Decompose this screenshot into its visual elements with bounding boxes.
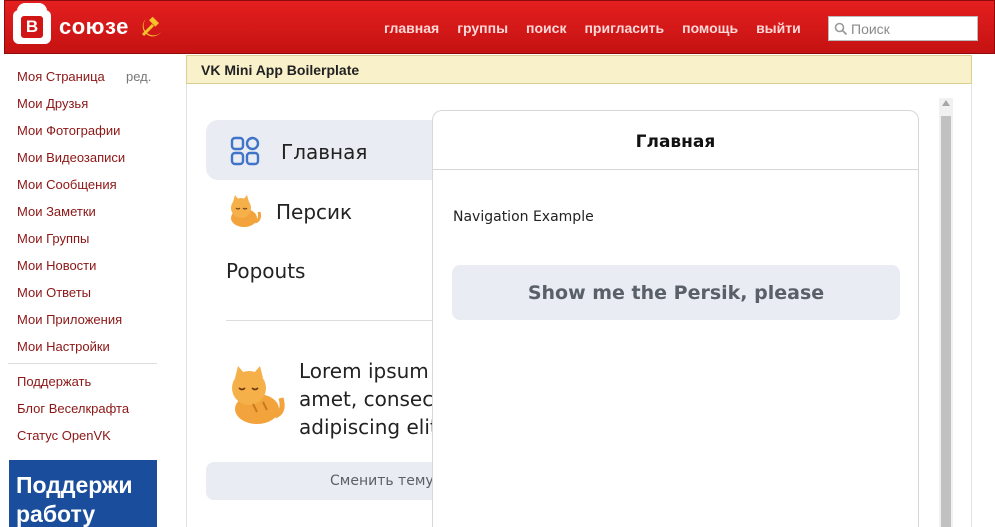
nav-invite-link[interactable]: пригласить — [584, 20, 664, 36]
sidebar-item-my-page[interactable]: Моя Страница — [17, 69, 105, 84]
sidebar-item-videos[interactable]: Мои Видеозаписи — [17, 150, 125, 165]
show-persik-label: Show me the Persik, please — [527, 281, 825, 304]
nav-search-link[interactable]: поиск — [526, 20, 566, 36]
sidebar-item-apps[interactable]: Мои Приложения — [17, 312, 122, 327]
sidebar-divider — [8, 363, 157, 364]
vertical-scrollbar[interactable] — [939, 98, 953, 527]
search-icon — [834, 22, 848, 35]
sidebar-item-groups[interactable]: Мои Группы — [17, 231, 89, 246]
panel-caption: Navigation Example — [453, 209, 594, 225]
nav-help-link[interactable]: помощь — [682, 20, 738, 36]
grid-icon — [230, 136, 260, 166]
sidebar-item-notes[interactable]: Мои Заметки — [17, 204, 96, 219]
app-header-bar: VK Mini App Boilerplate — [186, 55, 972, 84]
left-sidebar: Моя Страница ред. Мои Друзья Мои Фотогра… — [0, 55, 175, 527]
logo-text: союзе — [59, 14, 129, 39]
lorem-line: Lorem ipsum d — [299, 359, 448, 383]
search-box[interactable] — [828, 16, 978, 41]
sidebar-item-messages[interactable]: Мои Сообщения — [17, 177, 117, 192]
sidebar-item-status[interactable]: Статус OpenVK — [17, 428, 111, 443]
nav-item-popouts[interactable]: Popouts — [226, 259, 305, 283]
sidebar-item-friends[interactable]: Мои Друзья — [17, 96, 88, 111]
panel-title: Главная — [635, 132, 716, 152]
top-header: В союзе главная группы поиск пригласить … — [4, 0, 995, 54]
nav-item-persik[interactable]: Персик — [276, 200, 352, 224]
app-title: VK Mini App Boilerplate — [201, 62, 360, 78]
nav-groups-link[interactable]: группы — [457, 20, 508, 36]
hammer-sickle-icon — [141, 16, 161, 37]
mini-app-frame: Главная Персик Popouts Lorem ipsum d ame… — [186, 84, 972, 527]
support-banner[interactable]: Поддержи работу — [9, 460, 157, 527]
nav-logout-link[interactable]: выйти — [756, 20, 801, 36]
support-banner-text: Поддержи работу — [16, 472, 133, 527]
sidebar-item-support[interactable]: Поддержать — [17, 374, 91, 389]
main-panel: Главная Navigation Example Show me the P… — [432, 110, 919, 527]
scrollbar-thumb[interactable] — [941, 116, 951, 527]
sidebar-item-photos[interactable]: Мои Фотографии — [17, 123, 120, 138]
lorem-line: amet, consecte — [299, 387, 454, 411]
panel-header: Главная — [433, 111, 918, 170]
logo-letter: В — [21, 16, 43, 38]
persik-cat-icon[interactable] — [225, 194, 263, 228]
show-persik-button[interactable]: Show me the Persik, please — [452, 265, 900, 320]
nav-item-main-label: Главная — [281, 140, 368, 164]
scroll-up-arrow-icon[interactable] — [942, 100, 950, 106]
change-theme-button[interactable]: Сменить тему — [206, 462, 446, 500]
lorem-text: Lorem ipsum d amet, consecte adipiscing … — [299, 357, 454, 441]
sidebar-item-settings[interactable]: Мои Настройки — [17, 339, 110, 354]
search-input[interactable] — [851, 20, 971, 37]
logo-badge: В — [13, 3, 51, 44]
site-logo[interactable]: В союзе — [13, 3, 165, 47]
nav-home-link[interactable]: главная — [384, 20, 439, 36]
top-nav: главная группы поиск пригласить помощь в… — [384, 20, 801, 36]
sidebar-item-blog[interactable]: Блог Веселкрафта — [17, 401, 129, 416]
change-theme-label: Сменить тему — [330, 473, 434, 489]
lorem-line: adipiscing elit. — [299, 415, 445, 439]
persik-cat-icon — [232, 366, 285, 424]
sidebar-item-news[interactable]: Мои Новости — [17, 258, 96, 273]
sidebar-edit-link[interactable]: ред. — [126, 69, 151, 84]
sidebar-item-answers[interactable]: Мои Ответы — [17, 285, 91, 300]
nav-divider — [226, 320, 436, 321]
